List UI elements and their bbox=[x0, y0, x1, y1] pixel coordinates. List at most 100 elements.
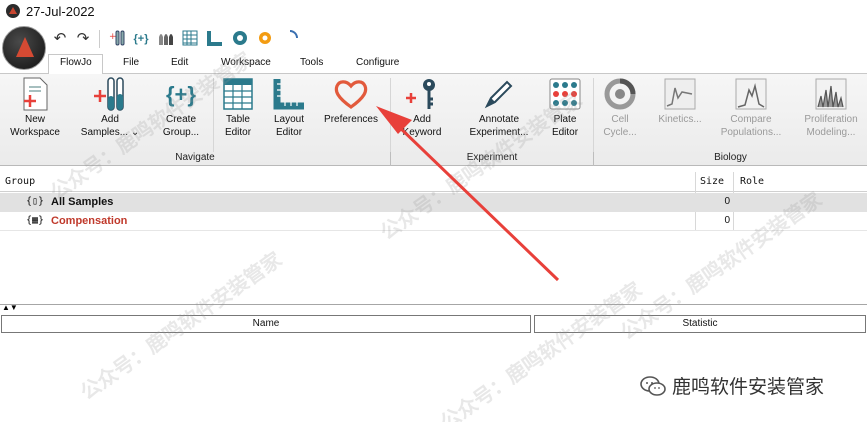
add-samples-icon[interactable]: + bbox=[108, 29, 128, 49]
group-column-header[interactable]: Group bbox=[5, 176, 35, 187]
kinetics-icon bbox=[664, 78, 696, 110]
group-size: 0 bbox=[724, 196, 730, 207]
add-samples-label-2: Samples... ⌄ bbox=[80, 127, 140, 138]
window-title: 27-Jul-2022 bbox=[26, 3, 95, 19]
proliferation-modeling-label-1: Proliferation bbox=[804, 114, 858, 125]
sun-icon[interactable] bbox=[255, 29, 275, 49]
group-name: All Samples bbox=[51, 196, 114, 208]
splitter-arrows-icon[interactable]: ▲▼ bbox=[2, 304, 18, 312]
add-keyword-label-1: Add bbox=[413, 114, 431, 125]
add-keyword-button[interactable]: Add Keyword bbox=[396, 76, 448, 148]
compare-populations-label-1: Compare bbox=[730, 114, 772, 125]
proliferation-modeling-label-2: Modeling... bbox=[806, 127, 856, 138]
ribbon-divider bbox=[593, 78, 594, 152]
layout-editor-icon-large bbox=[273, 79, 304, 110]
brand-text: 鹿鸣软件安装管家 bbox=[672, 377, 825, 398]
compare-populations-label-2: Populations... bbox=[720, 127, 782, 138]
annotate-experiment-label-2: Experiment... bbox=[469, 127, 529, 138]
size-column-header[interactable]: Size bbox=[700, 176, 724, 187]
tab-configure[interactable]: Configure bbox=[356, 57, 399, 68]
svg-text:+: + bbox=[109, 32, 117, 42]
new-workspace-label-2: Workspace bbox=[10, 127, 60, 138]
table-row-compensation[interactable]: {▦} Compensation 0 bbox=[0, 212, 867, 231]
sample-table-header: Group Size Role bbox=[0, 172, 867, 192]
plate-editor-label-2: Editor bbox=[551, 127, 579, 138]
proliferation-modeling-button[interactable]: Proliferation Modeling... bbox=[796, 76, 866, 148]
add-samples-button[interactable]: Add Samples... ⌄ bbox=[74, 76, 146, 148]
create-group-icon[interactable]: {+} bbox=[131, 29, 151, 49]
group-name: Compensation bbox=[51, 215, 128, 227]
annotate-experiment-button[interactable]: Annotate Experiment... bbox=[460, 76, 538, 148]
undo-icon[interactable]: ↶ bbox=[50, 29, 70, 49]
new-workspace-icon bbox=[23, 77, 48, 111]
watermark-text: 公众号：鹿鸣软件安装管家 bbox=[436, 278, 647, 422]
kinetics-label: Kinetics... bbox=[658, 114, 702, 125]
tab-workspace[interactable]: Workspace bbox=[221, 57, 271, 68]
refresh-icon[interactable] bbox=[230, 29, 250, 49]
cell-cycle-icon bbox=[604, 78, 636, 110]
pencil-icon bbox=[484, 80, 513, 109]
tab-tools[interactable]: Tools bbox=[300, 57, 323, 68]
preferences-button[interactable]: Preferences bbox=[318, 76, 384, 148]
add-keyword-label-2: Keyword bbox=[402, 127, 442, 138]
layout-editor-label-2: Editor bbox=[275, 127, 303, 138]
name-column-header[interactable]: Name bbox=[1, 315, 531, 333]
compensation-group-icon: {▦} bbox=[26, 215, 45, 226]
table-editor-button[interactable]: Table Editor bbox=[216, 76, 260, 148]
layout-editor-icon[interactable] bbox=[205, 29, 225, 49]
menu-tabs: FlowJo File Edit Workspace Tools Configu… bbox=[0, 54, 867, 74]
create-group-label-1: Create bbox=[165, 114, 196, 125]
plate-editor-label-1: Plate bbox=[553, 114, 577, 125]
bullet-icon[interactable] bbox=[156, 29, 176, 49]
experiment-group-label: Experiment bbox=[466, 152, 518, 163]
new-workspace-button[interactable]: New Workspace bbox=[6, 76, 64, 148]
table-editor-icon[interactable] bbox=[180, 29, 200, 49]
flowjo-app-button[interactable] bbox=[2, 26, 46, 70]
table-row-all-samples[interactable]: {▯} All Samples 0 bbox=[0, 193, 867, 212]
layout-editor-button[interactable]: Layout Editor bbox=[264, 76, 314, 148]
cell-cycle-label-1: Cell bbox=[611, 114, 629, 125]
panel-splitter[interactable] bbox=[0, 304, 867, 314]
title-bar: 27-Jul-2022 bbox=[0, 0, 867, 22]
add-samples-label-1: Add bbox=[101, 114, 119, 125]
role-column-header[interactable]: Role bbox=[740, 176, 764, 187]
tab-flowjo[interactable]: FlowJo bbox=[60, 57, 92, 68]
navigate-group-label: Navigate bbox=[175, 152, 215, 163]
ribbon-divider bbox=[390, 78, 391, 152]
table-editor-label-1: Table bbox=[226, 114, 250, 125]
kinetics-button[interactable]: Kinetics... bbox=[650, 76, 710, 148]
compare-populations-button[interactable]: Compare Populations... bbox=[714, 76, 788, 148]
layout-editor-label-1: Layout bbox=[273, 114, 305, 125]
new-workspace-label-1: New bbox=[24, 114, 45, 125]
spinner-icon bbox=[280, 29, 300, 49]
preferences-label: Preferences bbox=[324, 114, 378, 125]
ribbon-divider bbox=[213, 78, 214, 152]
biology-group-label: Biology bbox=[714, 152, 747, 163]
key-icon bbox=[406, 79, 435, 109]
cell-cycle-button[interactable]: Cell Cycle... bbox=[597, 76, 643, 148]
plate-icon bbox=[549, 78, 581, 110]
proliferation-icon bbox=[815, 78, 847, 110]
group-size: 0 bbox=[724, 215, 730, 226]
create-group-label-2: Group... bbox=[162, 127, 200, 138]
table-editor-icon-large bbox=[223, 78, 253, 110]
cell-cycle-label-2: Cycle... bbox=[603, 127, 637, 138]
tab-edit[interactable]: Edit bbox=[171, 57, 188, 68]
plate-editor-button[interactable]: Plate Editor bbox=[543, 76, 587, 148]
statistic-column-header[interactable]: Statistic bbox=[534, 315, 866, 333]
group-icon: {▯} bbox=[26, 196, 45, 207]
compare-populations-icon bbox=[735, 78, 767, 110]
ribbon: New Workspace Add Samples... ⌄ {+} Creat… bbox=[0, 74, 867, 166]
wechat-brand-mark: 鹿鸣软件安装管家 bbox=[640, 372, 824, 399]
tab-file[interactable]: File bbox=[123, 57, 139, 68]
wechat-icon bbox=[640, 375, 666, 396]
create-group-button[interactable]: {+} Create Group... bbox=[152, 76, 210, 148]
create-group-icon-large: {+} bbox=[166, 81, 196, 107]
table-editor-label-2: Editor bbox=[224, 127, 252, 138]
flowjo-logo-icon bbox=[6, 4, 20, 18]
heart-icon bbox=[334, 80, 368, 109]
add-samples-icon bbox=[94, 77, 124, 111]
annotate-experiment-label-1: Annotate bbox=[478, 114, 520, 125]
redo-icon[interactable]: ↷ bbox=[73, 29, 93, 49]
toolbar-divider bbox=[99, 30, 100, 48]
